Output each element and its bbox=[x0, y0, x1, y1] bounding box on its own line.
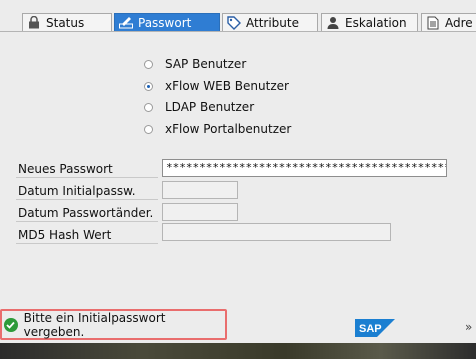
svg-text:SAP: SAP bbox=[359, 323, 382, 335]
user-icon bbox=[326, 16, 340, 30]
status-message-text: Bitte ein Initialpasswort vergeben. bbox=[23, 310, 166, 339]
tab-adresse-label: Adre bbox=[445, 15, 473, 30]
password-edit-icon bbox=[119, 16, 133, 30]
lock-icon bbox=[27, 16, 41, 30]
radio-xflow-portalbenutzer[interactable]: xFlow Portalbenutzer bbox=[144, 122, 291, 136]
radio-label: LDAP Benutzer bbox=[165, 100, 255, 114]
document-icon bbox=[426, 16, 440, 30]
tab-eskalation-label: Eskalation bbox=[345, 15, 407, 30]
password-change-date-field[interactable] bbox=[162, 203, 238, 221]
status-bar: Bitte ein Initialpasswort vergeben. SAP … bbox=[0, 307, 476, 343]
new-password-field[interactable]: ****************************************… bbox=[162, 159, 447, 177]
status-message[interactable]: Bitte ein Initialpasswort vergeben. bbox=[0, 309, 227, 340]
tab-attribute[interactable]: Attribute bbox=[222, 13, 318, 31]
tab-adresse[interactable]: Adre bbox=[421, 13, 476, 31]
radio-label: SAP Benutzer bbox=[165, 57, 247, 71]
radio-xflow-web-benutzer[interactable]: xFlow WEB Benutzer bbox=[144, 79, 289, 93]
tag-icon bbox=[227, 15, 241, 30]
tab-bar: Status Passwort Attribute Eskalation Adr… bbox=[0, 0, 476, 31]
tab-passwort-label: Passwort bbox=[138, 15, 192, 30]
radio-button[interactable] bbox=[144, 59, 153, 69]
radio-label: xFlow WEB Benutzer bbox=[165, 79, 289, 93]
new-password-label: Neues Passwort bbox=[16, 161, 158, 178]
tab-status-label: Status bbox=[46, 15, 85, 30]
password-panel: SAP Benutzer xFlow WEB Benutzer LDAP Ben… bbox=[0, 31, 476, 298]
tab-status[interactable]: Status bbox=[22, 13, 112, 31]
md5-hash-label: MD5 Hash Wert bbox=[16, 227, 158, 244]
initial-password-date-label: Datum Initialpassw. bbox=[16, 183, 158, 200]
radio-sap-benutzer[interactable]: SAP Benutzer bbox=[144, 57, 246, 71]
radio-label: xFlow Portalbenutzer bbox=[165, 122, 292, 136]
taskbar-background bbox=[0, 343, 476, 359]
tab-eskalation[interactable]: Eskalation bbox=[321, 13, 418, 31]
radio-button-selected[interactable] bbox=[144, 81, 153, 91]
radio-ldap-benutzer[interactable]: LDAP Benutzer bbox=[144, 100, 254, 114]
password-change-date-label: Datum Passwortänder. bbox=[16, 205, 158, 222]
tab-attribute-label: Attribute bbox=[246, 15, 299, 30]
tab-passwort[interactable]: Passwort bbox=[114, 13, 220, 31]
initial-password-date-field[interactable] bbox=[162, 181, 238, 199]
md5-hash-field[interactable] bbox=[162, 223, 391, 241]
radio-button[interactable] bbox=[144, 124, 153, 134]
success-check-icon bbox=[4, 317, 18, 332]
sap-logo: SAP bbox=[355, 319, 395, 337]
status-bar-expand-button[interactable]: » bbox=[465, 320, 472, 334]
radio-button[interactable] bbox=[144, 102, 153, 112]
